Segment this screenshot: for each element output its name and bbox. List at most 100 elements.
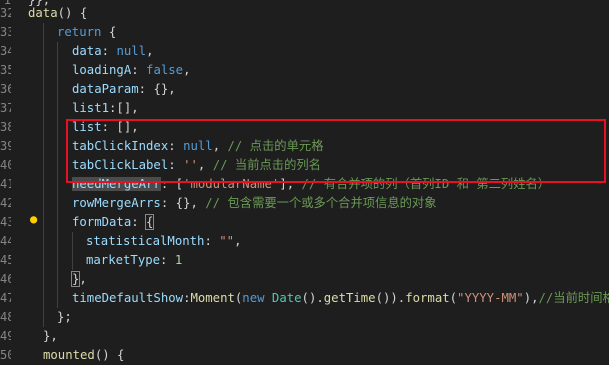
code-token: "YYYY-MM"	[457, 291, 524, 305]
line-number: 38	[0, 118, 11, 137]
indent-guide	[43, 232, 44, 251]
indent-guide	[57, 156, 58, 175]
code-line[interactable]: 45 marketType: 1	[0, 251, 609, 270]
line-number: 48	[0, 308, 11, 327]
code-line[interactable]: 36 dataParam: {},	[0, 80, 609, 99]
code-token: ],	[279, 177, 301, 191]
indent-guide	[43, 61, 44, 80]
line-number: 50	[0, 346, 11, 365]
code-line[interactable]: 35loadingA: false,	[0, 61, 609, 80]
code-token: ,	[234, 234, 241, 248]
indent-guide	[43, 289, 44, 308]
code-token: :	[102, 44, 117, 58]
code-token: list1	[72, 101, 109, 115]
code-line[interactable]: 46},	[0, 270, 609, 289]
code-token: (	[450, 291, 457, 305]
code-line[interactable]: 47timeDefaultShow:Moment(new Date().getT…	[0, 289, 609, 308]
code-token: new	[242, 291, 264, 305]
code-token: //当前时间格式化	[539, 291, 609, 305]
code-token: timeDefaultShow	[72, 291, 183, 305]
code-token: // 包含需要一个或多个合并项信息的对象	[205, 196, 436, 210]
code-token: :	[160, 253, 175, 267]
code-token: statisticalMonth	[86, 234, 204, 248]
code-line[interactable]: 48};	[0, 308, 609, 327]
code-line[interactable]: 41needMergeArr: ['modularName'], // 有合并项…	[0, 175, 609, 194]
code-line[interactable]: 33return {	[0, 23, 609, 42]
code-token: dataParam	[72, 82, 139, 96]
indent-guide	[57, 118, 58, 137]
code-line[interactable]: 43 formData: {	[0, 213, 609, 232]
code-token: ().	[302, 291, 324, 305]
code-token: loadingA	[72, 63, 131, 77]
line-number: 45	[0, 251, 11, 270]
indent-guide	[43, 270, 44, 289]
code-token: () {	[58, 6, 88, 20]
code-token: needMergeArr	[72, 177, 161, 191]
code-token: :	[131, 215, 146, 229]
code-line[interactable]: 50 mounted() {	[0, 346, 609, 365]
code-token: };	[57, 310, 72, 324]
code-token: format	[405, 291, 449, 305]
indent-guide	[72, 232, 73, 251]
code-token: // 有合并项的列（首列ID 和 第二列姓名）	[302, 177, 551, 191]
code-token: getTime	[324, 291, 376, 305]
code-token: Date	[272, 291, 302, 305]
code-token: formData	[72, 215, 131, 229]
code-token: () {	[95, 348, 125, 362]
indent-guide	[43, 175, 44, 194]
code-token: // 当前点击的列名	[213, 158, 321, 172]
code-line[interactable]: 37list1:[],	[0, 99, 609, 118]
code-line[interactable]: 44statisticalMonth: "",	[0, 232, 609, 251]
code-token: ,	[183, 63, 190, 77]
code-token: data	[72, 44, 102, 58]
indent-guide	[43, 251, 44, 270]
code-text: rowMergeArrs: {}, // 包含需要一个或多个合并项信息的对象	[72, 194, 437, 213]
code-text: formData: {	[72, 213, 153, 232]
code-token: return	[57, 25, 101, 39]
indent-guide	[57, 61, 58, 80]
code-text: },	[43, 327, 58, 346]
indent-guide	[57, 194, 58, 213]
line-number: 43	[0, 213, 11, 232]
indent-guide	[57, 175, 58, 194]
code-token: {	[101, 25, 116, 39]
code-line[interactable]: 40tabClickLabel: '', // 当前点击的列名	[0, 156, 609, 175]
lightbulb-icon[interactable]: ●	[30, 212, 40, 226]
indent-guide	[43, 42, 44, 61]
code-text: needMergeArr: ['modularName'], // 有合并项的列…	[72, 175, 550, 194]
code-token	[265, 291, 272, 305]
code-line[interactable]: 38list: [],	[0, 118, 609, 137]
indent-guide	[43, 308, 44, 327]
indent-guide	[57, 251, 58, 270]
code-text: return {	[57, 23, 116, 42]
indent-guide	[57, 80, 58, 99]
code-text: dataParam: {},	[72, 80, 176, 99]
code-token: 1	[175, 253, 182, 267]
code-token: data	[28, 6, 58, 20]
code-text: data() {	[28, 4, 87, 23]
indent-guide	[43, 137, 44, 156]
code-token: :	[131, 63, 146, 77]
code-token: list	[72, 120, 102, 134]
line-number: 34	[0, 42, 11, 61]
code-line[interactable]: 39tabClickIndex: null, // 点击的单元格	[0, 137, 609, 156]
indent-guide	[43, 156, 44, 175]
code-line[interactable]: 32data() {	[0, 4, 609, 23]
indent-guide	[43, 80, 44, 99]
code-token: marketType	[86, 253, 160, 267]
code-line[interactable]: 42 rowMergeArrs: {}, // 包含需要一个或多个合并项信息的对象	[0, 194, 609, 213]
code-token: tabClickIndex	[72, 139, 168, 153]
indent-guide	[43, 99, 44, 118]
line-number: 42	[0, 194, 11, 213]
code-token: mounted	[43, 348, 95, 362]
code-text: loadingA: false,	[72, 61, 190, 80]
code-token: :	[204, 234, 219, 248]
code-token: rowMergeArrs	[72, 196, 161, 210]
code-token: Moment	[190, 291, 234, 305]
code-line[interactable]: 34data: null,	[0, 42, 609, 61]
code-line[interactable]: 49},	[0, 327, 609, 346]
line-number: 36	[0, 80, 11, 99]
code-token: :	[168, 139, 183, 153]
line-number: 46	[0, 270, 11, 289]
line-number: 37	[0, 99, 11, 118]
